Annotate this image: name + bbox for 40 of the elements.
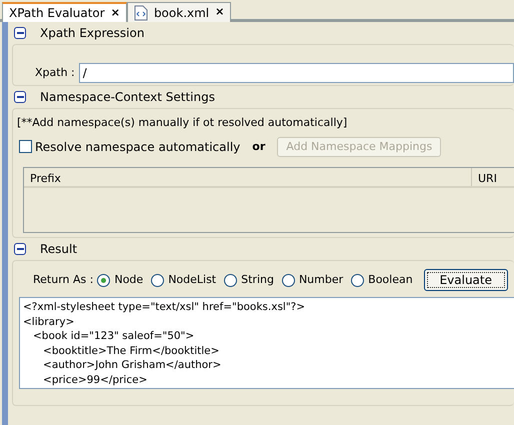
evaluate-button[interactable]: Evaluate [424, 269, 508, 291]
close-icon[interactable]: × [215, 4, 224, 21]
or-label: or [252, 138, 266, 154]
radio-label[interactable]: String [241, 272, 274, 288]
result-output-field[interactable]: <?xml-stylesheet type="text/xsl" href="books.xsl"?> <library> <book id="123" saleof="50"> <booktitle>The Firm</booktitle> <author>John Grisham</author> <price>99</price> [19, 297, 514, 389]
collapse-toggle-icon[interactable] [14, 27, 26, 39]
radio-label[interactable]: Number [298, 272, 344, 288]
tab[interactable]: XPath Evaluator × [2, 2, 127, 22]
radio-label[interactable]: NodeList [168, 272, 216, 288]
checkbox-label[interactable]: Resolve namespace automatically [35, 138, 240, 156]
radio-label[interactable]: Node [114, 272, 144, 288]
code-line: <library> [23, 314, 76, 329]
radio-button[interactable] [151, 274, 164, 286]
code-line: <book id="123" saleof="50"> [32, 329, 196, 344]
note-text: [**Add namespace(s) manually if ot resolved automatically] [17, 115, 348, 131]
section-title: Result [40, 241, 78, 258]
section-title: Xpath Expression [40, 25, 144, 42]
radio-button[interactable] [351, 274, 364, 286]
checkbox[interactable] [19, 140, 32, 154]
code-line: <author>John Grisham</author> [42, 358, 222, 372]
tab-label[interactable]: XPath Evaluator [9, 4, 105, 22]
tab-label[interactable]: book.xml [154, 4, 210, 22]
radio-button[interactable] [224, 274, 238, 286]
field-label: Xpath : [35, 64, 75, 81]
code-line: <price>99</price> [42, 372, 148, 387]
section-title: Namespace-Context Settings [40, 89, 215, 106]
column-header: URI [477, 171, 498, 186]
xpath-input-field[interactable]: / [78, 63, 514, 83]
radio-button[interactable] [282, 274, 295, 286]
collapse-toggle-icon[interactable] [14, 243, 26, 255]
radio-button[interactable] [97, 274, 110, 286]
radio-label[interactable]: Boolean [368, 272, 413, 288]
column-header: Prefix [24, 168, 472, 186]
file-icon [134, 4, 148, 20]
tab[interactable]: book.xml × [126, 2, 232, 22]
code-line: <?xml-stylesheet type="text/xsl" href="books.xsl"?> [23, 300, 306, 314]
collapse-toggle-icon[interactable] [14, 91, 26, 103]
code-line: <booktitle>The Firm</booktitle> [42, 344, 220, 358]
close-icon[interactable]: × [110, 4, 120, 22]
return-label: Return As : [33, 272, 94, 288]
